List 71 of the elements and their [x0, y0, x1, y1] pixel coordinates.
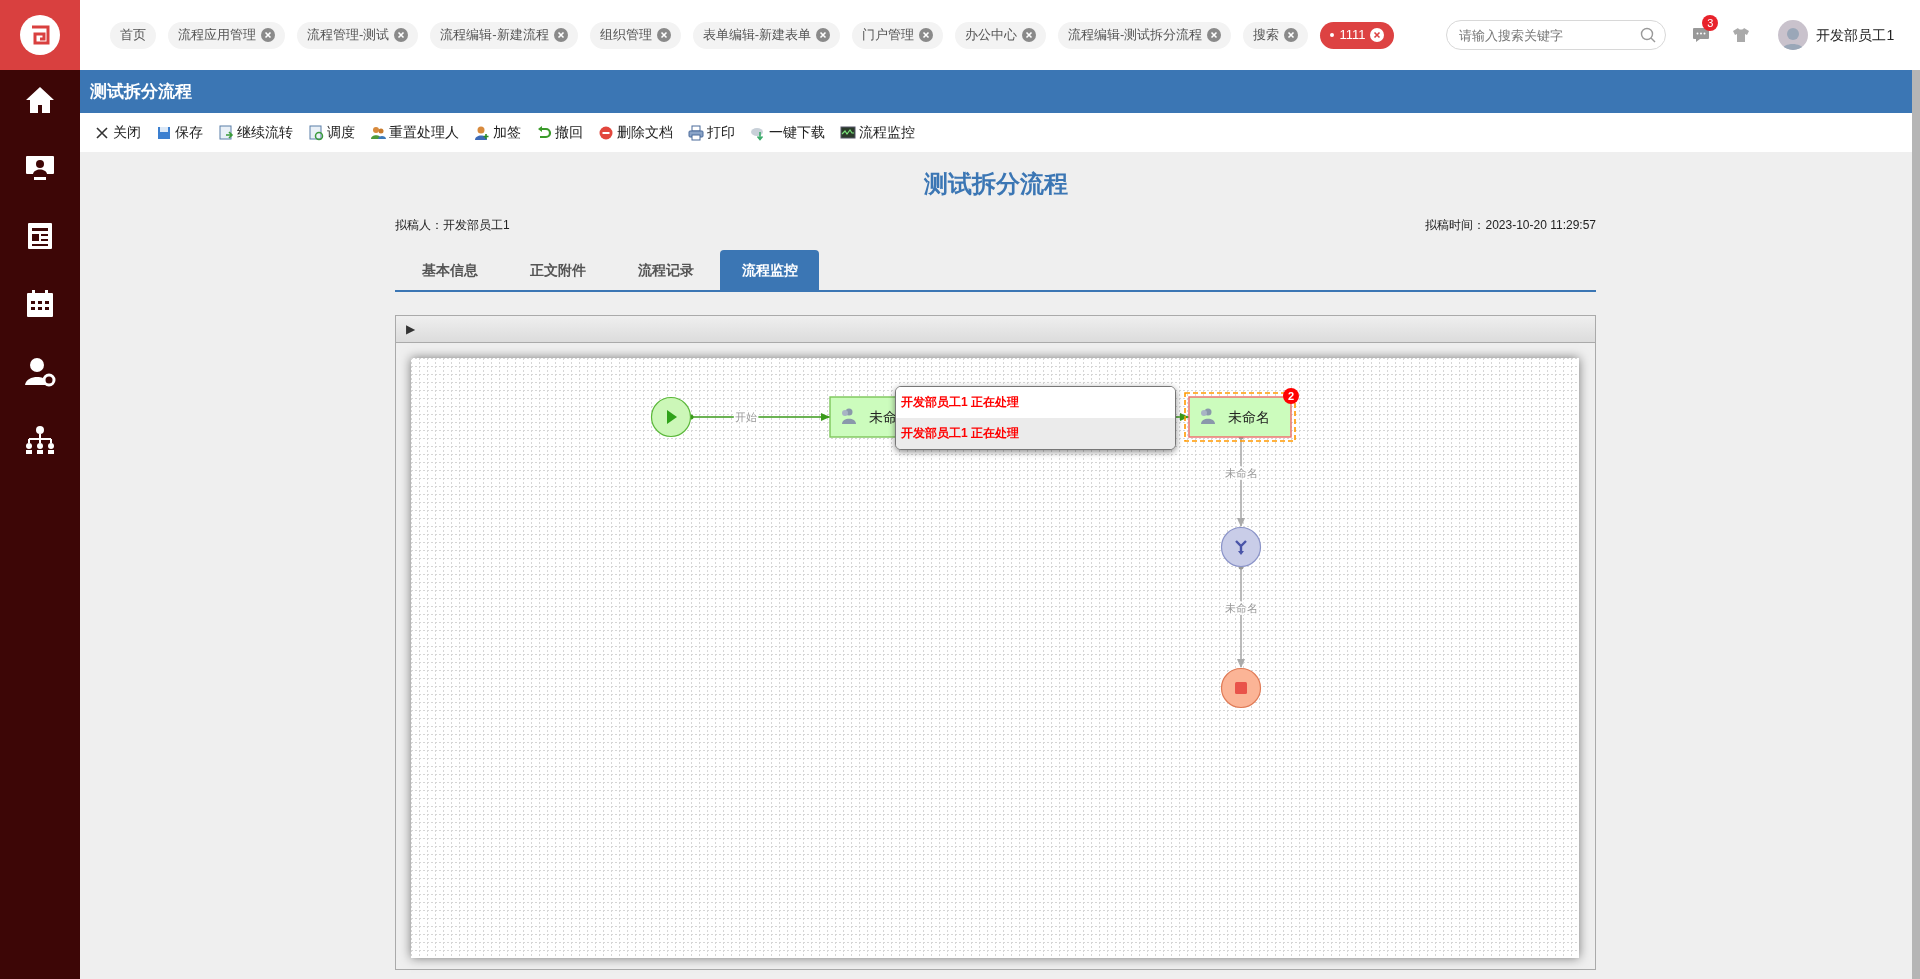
nav-tab[interactable]: 组织管理: [589, 21, 681, 49]
form-tab[interactable]: 流程监控: [720, 250, 819, 290]
close-icon[interactable]: [1022, 28, 1037, 42]
draft-time-text: 拟稿时间：2023-10-20 11:29:57: [1425, 217, 1596, 234]
form-tab[interactable]: 流程记录: [612, 250, 720, 290]
toolbar-button[interactable]: 撤回: [536, 122, 583, 143]
users-icon: [1201, 408, 1215, 424]
nav-tab[interactable]: 流程编辑-新建流程: [430, 21, 578, 49]
gateway-node[interactable]: [1220, 526, 1262, 568]
users-icon: [370, 124, 386, 141]
task-label: 未命名: [1228, 409, 1270, 425]
close-icon[interactable]: [1207, 28, 1222, 42]
nav-tab[interactable]: 办公中心: [955, 21, 1047, 49]
close-icon[interactable]: [656, 28, 671, 42]
toolbar-button[interactable]: 一键下载: [750, 122, 825, 143]
toolbar-button[interactable]: 调度: [308, 122, 355, 143]
form-title: 测试拆分流程: [923, 169, 1068, 199]
notification-badge: 3: [1702, 15, 1719, 31]
toolbar-button[interactable]: 删除文档: [598, 122, 673, 143]
expand-toggle[interactable]: ▶: [406, 320, 415, 338]
form-tab[interactable]: 正文附件: [504, 250, 612, 290]
search-field[interactable]: 请输入搜索关键字: [1446, 20, 1667, 50]
toolbar-button[interactable]: 关闭: [94, 122, 141, 143]
users-icon: [842, 408, 856, 424]
user-gear-icon[interactable]: [24, 356, 56, 388]
chat-icon[interactable]: [1692, 27, 1711, 43]
toolbar-button[interactable]: 继续流转: [218, 122, 293, 143]
form-tab[interactable]: 基本信息: [396, 250, 504, 290]
avatar[interactable]: [1778, 20, 1809, 50]
close-icon[interactable]: [553, 28, 568, 42]
end-node[interactable]: [1220, 667, 1262, 709]
calendar-icon[interactable]: [24, 288, 56, 320]
home-icon[interactable]: [24, 84, 56, 116]
drafter-text: 拟稿人：开发部员工1: [395, 217, 510, 234]
nav-tab[interactable]: 门户管理: [852, 21, 944, 49]
nav-tab[interactable]: 搜索: [1243, 21, 1309, 49]
nav-tab[interactable]: 表单编辑-新建表单: [692, 21, 841, 49]
nav-tab[interactable]: 流程编辑-测试拆分流程: [1058, 21, 1232, 49]
task-label: 未命: [869, 409, 897, 425]
close-icon[interactable]: [919, 28, 934, 42]
undo-arrow-icon: [536, 124, 552, 141]
start-node[interactable]: [650, 396, 692, 438]
close-icon[interactable]: [816, 28, 831, 42]
close-icon[interactable]: [1284, 28, 1299, 42]
printer-icon: [688, 124, 704, 141]
monitor-chart-icon: [840, 124, 856, 141]
toolbar-button[interactable]: 保存: [156, 122, 203, 143]
panel-title: 测试拆分流程: [90, 80, 192, 103]
nav-tab[interactable]: 1111: [1320, 21, 1395, 49]
close-icon[interactable]: [261, 28, 275, 42]
count-badge: 2: [1283, 388, 1299, 404]
toolbar-button[interactable]: 打印: [688, 122, 735, 143]
user-plus-icon: [474, 124, 490, 141]
shirt-icon[interactable]: [1732, 27, 1751, 43]
user-name[interactable]: 开发部员工1: [1816, 24, 1895, 46]
nav-tab[interactable]: 首页: [110, 21, 156, 49]
close-icon[interactable]: [1370, 28, 1385, 42]
nav-tab[interactable]: 流程管理-测试: [297, 21, 419, 49]
nav-tab[interactable]: 流程应用管理: [168, 21, 285, 49]
save-icon: [156, 124, 172, 141]
minus-circle-icon: [598, 124, 614, 141]
logo-icon: [20, 15, 60, 55]
scrollbar[interactable]: [1912, 70, 1920, 979]
org-chart-icon[interactable]: [24, 424, 56, 456]
toolbar-button[interactable]: 加签: [474, 122, 521, 143]
close-icon[interactable]: [394, 28, 409, 42]
search-icon[interactable]: [1640, 27, 1657, 43]
toolbar-button[interactable]: 流程监控: [840, 122, 915, 143]
close-icon: [94, 124, 110, 141]
document-refresh-icon: [308, 124, 324, 141]
toolbar-button[interactable]: 重置处理人: [370, 122, 459, 143]
